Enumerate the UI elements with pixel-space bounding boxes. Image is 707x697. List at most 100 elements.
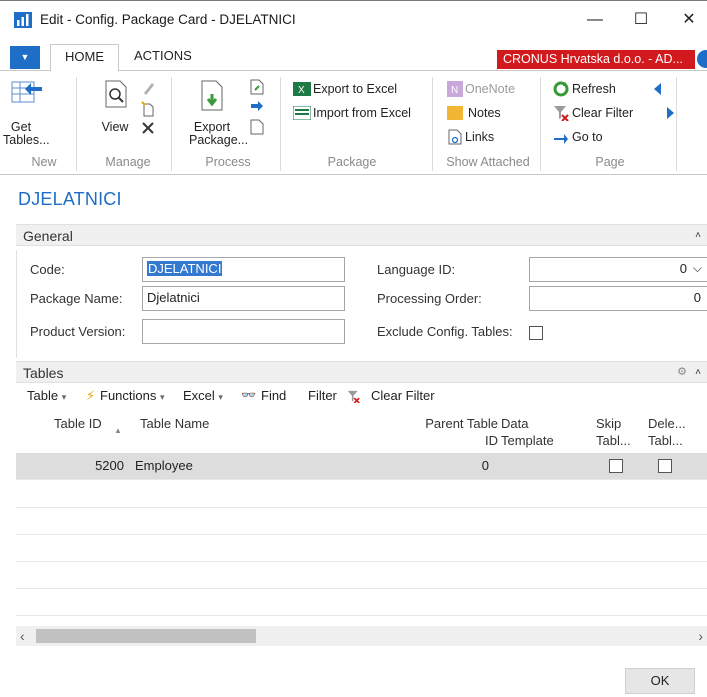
- refresh-button[interactable]: Refresh: [572, 80, 616, 98]
- separator: [540, 77, 541, 171]
- links-button[interactable]: Links: [465, 128, 494, 146]
- chevron-down-icon: ⌵: [692, 261, 702, 275]
- cell-parent-table-id: 0: [481, 458, 489, 473]
- onenote-button[interactable]: OneNote: [465, 80, 515, 98]
- import-excel-icon: [293, 106, 311, 120]
- app-menu-button[interactable]: ▼: [10, 46, 40, 69]
- sort-ascending-icon: ▲: [114, 426, 122, 435]
- go-to-arrow-icon: [554, 134, 568, 144]
- clear-filter-button[interactable]: Clear Filter: [572, 104, 633, 122]
- import-from-excel-button[interactable]: Import from Excel: [313, 104, 411, 122]
- clear-filter-icon: [554, 106, 569, 121]
- previous-arrow-icon[interactable]: [652, 82, 662, 96]
- view-button[interactable]: View: [100, 121, 130, 134]
- import-doc-icon[interactable]: [250, 79, 264, 95]
- column-data-template-line2: Template: [501, 433, 554, 448]
- tab-home[interactable]: HOME: [50, 44, 119, 72]
- functions-menu-button[interactable]: Functions ▾: [100, 388, 165, 403]
- go-to-button[interactable]: Go to: [572, 128, 603, 146]
- export-package-button[interactable]: Export Package...: [189, 121, 248, 147]
- delete-table-checkbox[interactable]: [658, 459, 672, 473]
- doc-icon[interactable]: [250, 119, 264, 135]
- processing-order-field[interactable]: 0: [529, 286, 707, 311]
- processing-order-label: Processing Order:: [377, 291, 482, 306]
- scrollbar-thumb[interactable]: [36, 629, 256, 643]
- general-fasttab-title: General: [23, 228, 73, 244]
- code-field[interactable]: DJELATNICI: [142, 257, 345, 282]
- export-package-icon: [201, 80, 223, 111]
- binoculars-icon: 👓: [241, 388, 256, 402]
- links-icon: [448, 129, 462, 145]
- separator: [171, 77, 172, 171]
- empty-row: [16, 589, 707, 616]
- separator: [676, 77, 677, 171]
- chevron-down-icon: ▾: [160, 392, 165, 402]
- minimize-button[interactable]: —: [580, 9, 610, 31]
- collapse-caret-icon[interactable]: ˄: [695, 230, 701, 241]
- general-fasttab-body: Code: DJELATNICI Package Name: Djelatnic…: [16, 250, 707, 358]
- package-name-label: Package Name:: [30, 291, 123, 306]
- ok-button[interactable]: OK: [625, 668, 695, 694]
- product-version-label: Product Version:: [30, 324, 126, 339]
- excel-icon: X: [293, 82, 311, 96]
- settings-gear-icon[interactable]: ⚙: [677, 365, 687, 378]
- column-delete-line1: Dele...: [648, 416, 686, 431]
- find-button[interactable]: Find: [261, 388, 286, 403]
- skip-table-checkbox[interactable]: [609, 459, 623, 473]
- group-show-attached-label: Show Attached: [446, 155, 530, 169]
- get-tables-button[interactable]: Get Tables...: [3, 121, 50, 147]
- exclude-config-tables-label: Exclude Config. Tables:: [377, 324, 513, 339]
- get-tables-label-2: Tables...: [3, 133, 50, 147]
- group-package-label: Package: [327, 155, 377, 169]
- group-page-label: Page: [595, 155, 625, 169]
- empty-row: [16, 535, 707, 562]
- excel-menu-button[interactable]: Excel ▾: [183, 388, 223, 403]
- column-data-template-line1: Data: [501, 416, 529, 431]
- horizontal-scrollbar[interactable]: ‹ ›: [16, 626, 707, 646]
- tab-actions[interactable]: ACTIONS: [120, 44, 206, 72]
- notes-icon: [447, 106, 463, 120]
- scroll-left-icon[interactable]: ‹: [20, 628, 25, 644]
- column-skip-table[interactable]: Skip Tabl...: [596, 415, 631, 449]
- product-version-field[interactable]: [142, 319, 345, 344]
- title-bar: Edit - Config. Package Card - DJELATNICI…: [0, 0, 707, 38]
- ribbon: Get Tables... New View Manage Export Pac…: [0, 71, 707, 175]
- apply-arrow-icon[interactable]: [250, 101, 264, 115]
- tables-part-header[interactable]: Tables ⚙ ˄: [16, 361, 707, 383]
- export-to-excel-button[interactable]: Export to Excel: [313, 80, 397, 98]
- column-delete-table[interactable]: Dele... Tabl...: [648, 415, 686, 449]
- close-button[interactable]: ✕: [674, 9, 704, 31]
- separator: [432, 77, 433, 171]
- table-menu-label: Table: [27, 388, 59, 403]
- scroll-right-icon[interactable]: ›: [698, 628, 703, 644]
- language-id-select[interactable]: 0 ⌵: [529, 257, 707, 282]
- help-icon[interactable]: [697, 50, 707, 68]
- column-data-template[interactable]: Data Template: [501, 415, 554, 449]
- column-table-id[interactable]: Table ID: [54, 415, 102, 432]
- general-fasttab-header[interactable]: General ˄: [16, 224, 707, 246]
- new-doc-icon[interactable]: [140, 101, 156, 117]
- clear-filter-button[interactable]: Clear Filter: [371, 388, 435, 403]
- group-new-label: New: [31, 155, 57, 169]
- empty-row: [16, 508, 707, 535]
- ribbon-tabs: ▼ HOME ACTIONS CRONUS Hrvatska d.o.o. - …: [0, 38, 707, 72]
- tables-toolbar: Table ▾ ⚡ Functions ▾ Excel ▾ 👓 Find Fil…: [16, 385, 707, 407]
- column-table-name[interactable]: Table Name: [140, 415, 209, 432]
- filter-button[interactable]: Filter: [308, 388, 337, 403]
- column-parent-table-id[interactable]: Parent Table ID: [412, 415, 498, 449]
- notes-button[interactable]: Notes: [468, 104, 501, 122]
- svg-text:N: N: [451, 85, 458, 96]
- exclude-config-tables-checkbox[interactable]: [529, 326, 543, 340]
- empty-row: [16, 562, 707, 589]
- package-name-field[interactable]: Djelatnici: [142, 286, 345, 311]
- edit-pencil-icon[interactable]: [142, 81, 156, 95]
- delete-icon[interactable]: [141, 121, 155, 135]
- maximize-button[interactable]: ☐: [626, 9, 656, 31]
- table-row[interactable]: 5200 Employee 0: [16, 453, 707, 480]
- collapse-caret-icon[interactable]: ˄: [695, 367, 701, 378]
- table-menu-button[interactable]: Table ▾: [27, 388, 66, 403]
- company-banner[interactable]: CRONUS Hrvatska d.o.o. - AD...: [497, 50, 695, 69]
- next-arrow-icon[interactable]: [666, 106, 676, 120]
- window-title: Edit - Config. Package Card - DJELATNICI: [40, 12, 296, 27]
- svg-text:X: X: [298, 85, 305, 96]
